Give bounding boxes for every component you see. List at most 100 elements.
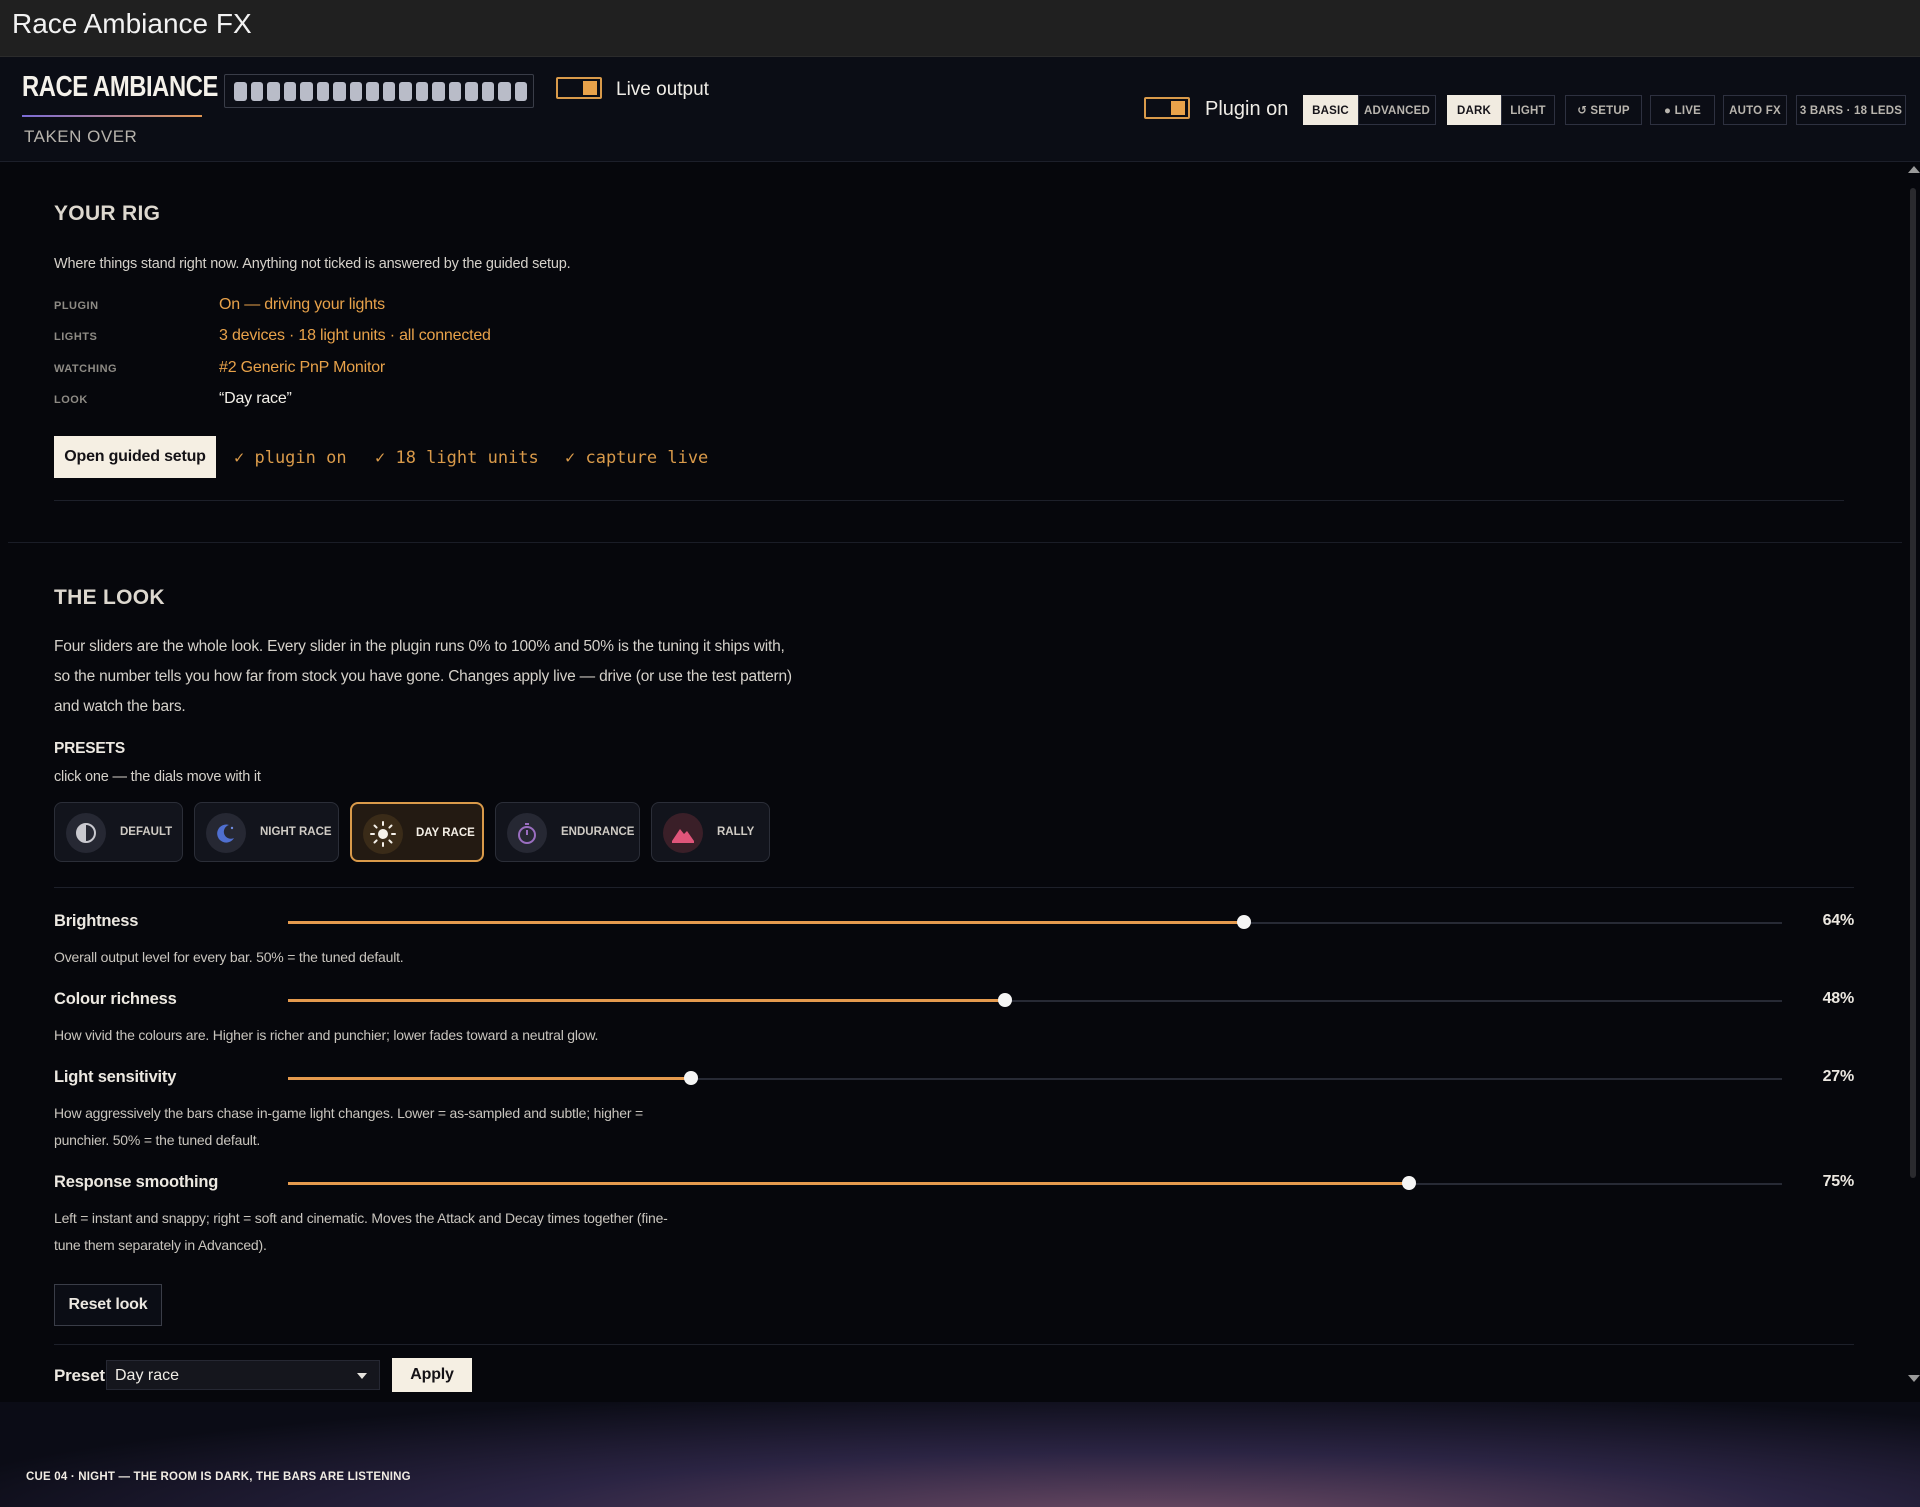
window-title: Race Ambiance FX: [12, 8, 252, 39]
bars-leds-button[interactable]: 3 BARS · 18 LEDS: [1796, 95, 1906, 125]
slider-colour-richness[interactable]: [288, 993, 1782, 1007]
preset-endurance[interactable]: ENDURANCE: [495, 802, 640, 862]
setup-button[interactable]: ↺ SETUP: [1565, 95, 1642, 125]
rig-description: Where things stand right now. Anything n…: [54, 256, 571, 272]
divider: [54, 1344, 1854, 1345]
live-button[interactable]: ● LIVE: [1650, 95, 1715, 125]
slider-response-smoothing[interactable]: [288, 1176, 1782, 1190]
plugin-on-toggle[interactable]: [1144, 97, 1190, 119]
slider-value-response-smoothing: 75%: [1822, 1173, 1855, 1190]
sun-icon: [363, 814, 403, 854]
divider: [54, 500, 1844, 501]
cue-caption: CUE 04 · NIGHT — THE ROOM IS DARK, THE B…: [26, 1471, 411, 1483]
auto-fx-button[interactable]: AUTO FX: [1723, 95, 1787, 125]
slider-label-light-sensitivity: Light sensitivity: [54, 1068, 177, 1086]
section-divider: [8, 542, 1902, 543]
led-segment: [481, 81, 494, 101]
led-segment: [399, 81, 412, 101]
slider-thumb[interactable]: [1401, 1176, 1416, 1190]
brand-main: RACE AMBIANCE: [22, 71, 218, 103]
check-light-units: ✓ 18 light units: [375, 448, 539, 468]
slider-help-response-smoothing: Left = instant and snappy; right = soft …: [54, 1205, 674, 1259]
open-guided-setup-button[interactable]: Open guided setup: [54, 436, 216, 478]
scroll-thumb[interactable]: [1910, 188, 1916, 1178]
rig-value-plugin: On — driving your lights: [219, 296, 385, 313]
presets-hint: click one — the dials move with it: [54, 769, 261, 785]
window-titlebar: Race Ambiance FX: [0, 0, 1920, 57]
slider-label-colour-richness: Colour richness: [54, 990, 177, 1008]
presets-title: PRESETS: [54, 740, 125, 757]
led-segment: [498, 81, 511, 101]
led-segment: [250, 81, 263, 101]
slider-help-line: punchier. 50% = the tuned default.: [54, 1132, 261, 1148]
preset-label: RALLY: [717, 826, 755, 838]
brand-logo: RACE AMBIANCE FX: [22, 71, 254, 104]
slider-value-colour-richness: 48%: [1822, 990, 1855, 1007]
status-label: TAKEN OVER: [24, 127, 138, 146]
apply-button[interactable]: Apply: [392, 1358, 472, 1392]
led-segment: [432, 81, 445, 101]
stopwatch-icon: [507, 813, 547, 853]
slider-value-light-sensitivity: 27%: [1822, 1068, 1855, 1085]
preset-default[interactable]: DEFAULT: [54, 802, 183, 862]
preset-night-race[interactable]: NIGHT RACE: [194, 802, 339, 862]
look-description-line-3: and watch the bars.: [54, 698, 186, 715]
rig-key-watching: WATCHING: [54, 363, 118, 375]
theme-dark-button[interactable]: DARK: [1447, 95, 1501, 125]
rig-key-plugin: PLUGIN: [54, 300, 99, 312]
slider-value-brightness: 64%: [1822, 912, 1855, 929]
led-segment: [349, 81, 362, 101]
slider-label-response-smoothing: Response smoothing: [54, 1173, 219, 1191]
preset-label: ENDURANCE: [561, 826, 635, 838]
scroll-down-icon[interactable]: [1908, 1375, 1920, 1382]
theme-light-button[interactable]: LIGHT: [1501, 95, 1555, 125]
led-segment: [366, 81, 379, 101]
toggle-knob: [583, 81, 597, 95]
slider-help-line: Left = instant and snappy; right = soft …: [54, 1210, 668, 1226]
led-segment: [267, 81, 280, 101]
slider-thumb[interactable]: [684, 1071, 699, 1085]
check-plugin-on: ✓ plugin on: [234, 448, 347, 468]
preset-label: NIGHT RACE: [260, 826, 332, 838]
slider-help-colour-richness: How vivid the colours are. Higher is ric…: [54, 1027, 599, 1043]
preset-rally[interactable]: RALLY: [651, 802, 770, 862]
led-preview-strip: [224, 74, 534, 108]
led-segment: [283, 81, 296, 101]
preset-label: DAY RACE: [416, 827, 475, 839]
mode-advanced-button[interactable]: ADVANCED: [1358, 95, 1436, 125]
led-segment: [234, 81, 247, 101]
slider-fill: [288, 921, 1245, 924]
live-output-label: Live output: [616, 79, 709, 100]
slider-fill: [288, 1182, 1409, 1185]
slider-light-sensitivity[interactable]: [288, 1071, 1782, 1085]
preset-select[interactable]: Day race: [106, 1360, 380, 1390]
slider-thumb[interactable]: [998, 993, 1013, 1007]
scroll-up-icon[interactable]: [1908, 166, 1920, 173]
slider-fill: [288, 999, 1006, 1002]
led-segment: [415, 81, 428, 101]
led-segment: [300, 81, 313, 101]
live-output-toggle[interactable]: [556, 77, 602, 99]
check-capture-live: ✓ capture live: [565, 448, 709, 468]
mountain-icon: [663, 813, 703, 853]
look-title: THE LOOK: [54, 586, 165, 609]
rig-title: YOUR RIG: [54, 202, 161, 225]
slider-fill: [288, 1077, 692, 1080]
slider-help-brightness: Overall output level for every bar. 50% …: [54, 949, 404, 965]
preset-day-race[interactable]: DAY RACE: [350, 802, 484, 862]
mode-basic-button[interactable]: BASIC: [1303, 95, 1358, 125]
preset-label: DEFAULT: [120, 826, 173, 838]
led-segment: [333, 81, 346, 101]
preset-select-value: Day race: [115, 1367, 180, 1384]
slider-thumb[interactable]: [1237, 915, 1252, 929]
rig-key-look: LOOK: [54, 394, 88, 406]
look-description-line-1: Four sliders are the whole look. Every s…: [54, 638, 785, 655]
look-description-line-2: so the number tells you how far from sto…: [54, 668, 792, 685]
slider-brightness[interactable]: [288, 915, 1782, 929]
brand-underline: [22, 115, 202, 117]
led-segment: [316, 81, 329, 101]
reset-look-button[interactable]: Reset look: [54, 1284, 162, 1326]
rig-value-lights: 3 devices · 18 light units · all connect…: [219, 327, 491, 344]
chevron-down-icon: [357, 1373, 367, 1379]
divider: [54, 887, 1854, 888]
